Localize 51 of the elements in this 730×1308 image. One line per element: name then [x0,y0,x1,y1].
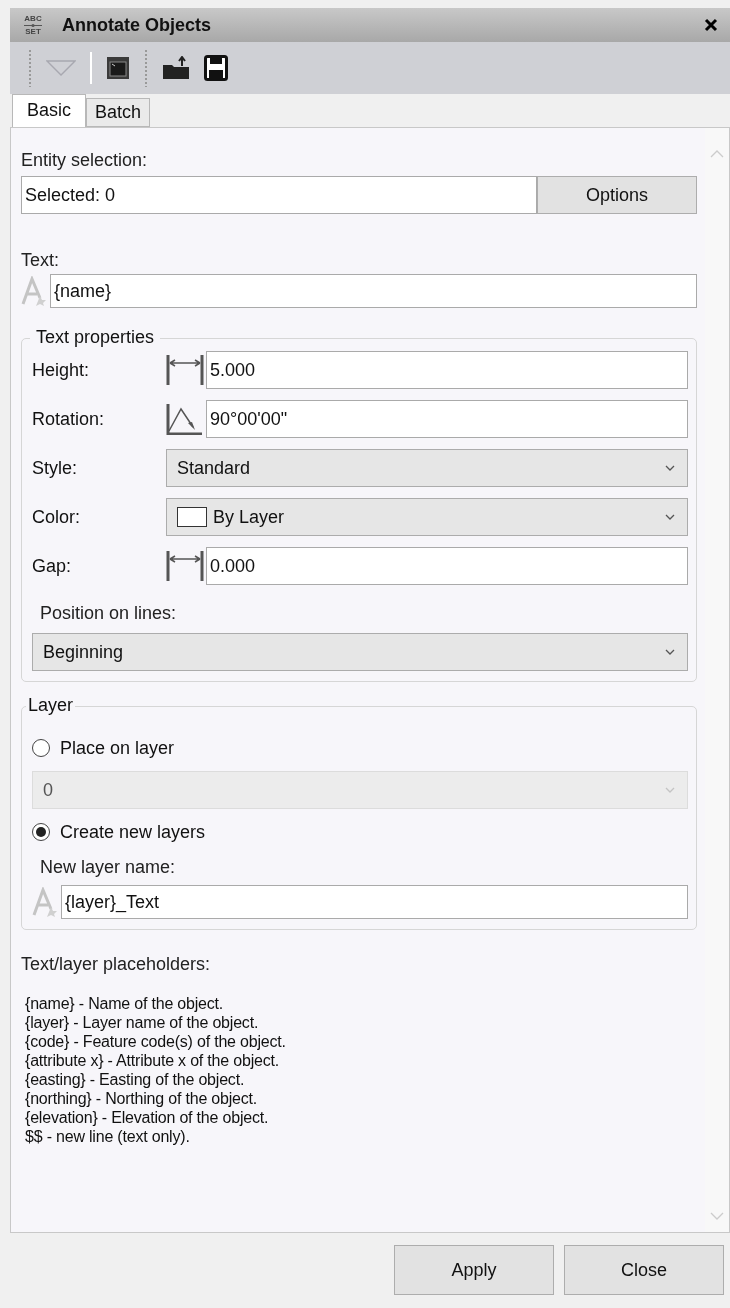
radio-button[interactable] [32,823,50,841]
field-label: Position on lines: [40,602,178,625]
window-title: Annotate Objects [62,14,213,36]
field-label: Text: [21,249,60,272]
placeholder-description: {attribute x} - Attribute x of the object. [25,1051,280,1070]
radio-label[interactable]: Create new layers [60,821,206,843]
field-label: Height: [32,359,91,381]
width-icon [166,354,204,386]
field-label: Entity selection: [21,149,149,172]
layer-name-field[interactable]: {layer}_Text [61,885,688,919]
dialog-button[interactable]: Apply [394,1245,554,1295]
color-dropdown[interactable]: By Layer [166,498,688,536]
dialog-button[interactable]: Close [564,1245,724,1295]
radio-label[interactable]: Place on layer [60,737,175,759]
open-folder-icon[interactable] [162,56,190,80]
field-label: Gap: [32,555,73,577]
save-icon[interactable] [204,55,228,81]
placeholder-description: {elevation} - Elevation of the object. [25,1108,270,1127]
color-swatch [177,507,207,527]
text-style-icon [32,887,58,917]
angle-icon [166,403,204,435]
field-label: Rotation: [32,408,106,430]
section-label: Text/layer placeholders: [21,953,212,976]
tab[interactable]: Basic [12,94,86,127]
dropdown[interactable]: Standard [166,449,688,487]
caret-icon [665,465,675,471]
input-field[interactable]: 0.000 [206,547,688,585]
radio-button[interactable] [32,739,50,757]
terminal-icon[interactable] [106,56,130,80]
text-style-icon [21,276,47,306]
field-label: New layer name: [40,856,177,879]
input-field[interactable]: 90°00'00" [206,400,688,438]
field-label: Style: [32,457,79,479]
selection-field: Selected: 0 [21,176,537,214]
placeholder-description: {layer} - Layer name of the object. [25,1013,260,1032]
options-button[interactable]: Options [537,176,697,214]
close-icon[interactable] [704,18,718,32]
input-field[interactable]: 5.000 [206,351,688,389]
placeholder-description: {name} - Name of the object. [25,994,225,1013]
placeholder-description: {code} - Feature code(s) of the object. [25,1032,287,1051]
caret-icon [665,514,675,520]
placeholder-description: $$ - new line (text only). [25,1127,191,1146]
dropdown[interactable]: Beginning [32,633,688,671]
placeholder-description: {easting} - Easting of the object. [25,1070,246,1089]
field-label: Color: [32,506,81,528]
text-field[interactable]: {name} [50,274,697,308]
width-icon [166,550,204,582]
caret-icon [665,649,675,655]
placeholder-description: {northing} - Northing of the object. [25,1089,259,1108]
tab[interactable]: Batch [86,98,151,127]
caret-icon [665,787,675,793]
